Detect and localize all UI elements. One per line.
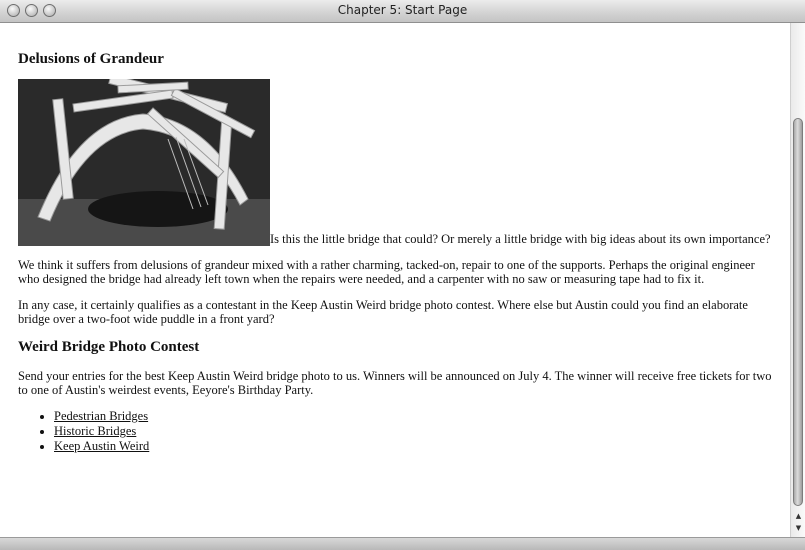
list-item: Pedestrian Bridges <box>54 409 776 424</box>
page-content: Delusions of Grandeur Is this the little… <box>0 23 790 538</box>
paragraph-contest-details: Send your entries for the best Keep Aust… <box>18 369 772 397</box>
arrow-up-icon[interactable]: ▲ <box>791 511 805 521</box>
contest-heading: Weird Bridge Photo Contest <box>18 339 200 355</box>
link-list: Pedestrian Bridges Historic Bridges Keep… <box>18 409 776 454</box>
list-item: Historic Bridges <box>54 424 776 439</box>
paragraph-contest-entry: In any case, it certainly qualifies as a… <box>18 298 748 326</box>
window-title: Chapter 5: Start Page <box>337 3 468 17</box>
browser-window: Chapter 5: Start Page Delusions of Grand… <box>0 0 805 550</box>
paragraph-repair: We think it suffers from delusions of gr… <box>18 258 755 286</box>
vertical-scrollbar[interactable]: ▲ ▼ <box>790 23 805 538</box>
arrow-down-icon[interactable]: ▼ <box>791 523 805 533</box>
intro-paragraph: Is this the little bridge that could? Or… <box>18 79 776 246</box>
bridge-photo-image <box>18 79 270 246</box>
list-item: Keep Austin Weird <box>54 439 776 454</box>
title-bar[interactable]: Chapter 5: Start Page <box>0 0 805 23</box>
link-keep-austin-weird[interactable]: Keep Austin Weird <box>54 439 149 453</box>
status-bar <box>0 537 805 550</box>
link-historic-bridges[interactable]: Historic Bridges <box>54 424 136 438</box>
bridge-photo <box>18 79 270 246</box>
page-heading: Delusions of Grandeur <box>18 51 164 67</box>
link-pedestrian-bridges[interactable]: Pedestrian Bridges <box>54 409 148 423</box>
intro-text: Is this the little bridge that could? Or… <box>270 232 771 246</box>
scrollbar-thumb[interactable] <box>793 118 803 506</box>
